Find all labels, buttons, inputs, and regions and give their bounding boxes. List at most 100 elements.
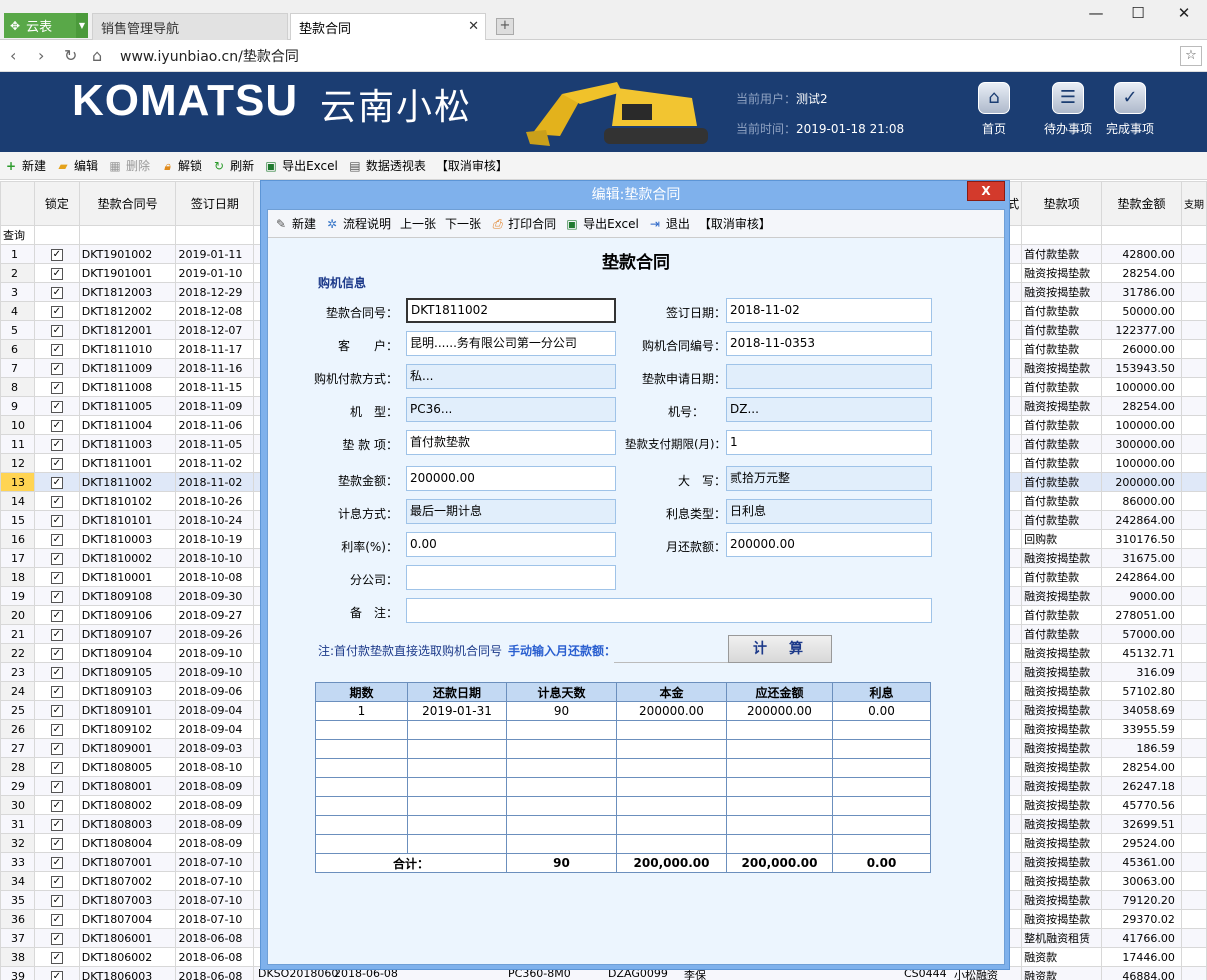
amount-field[interactable]: 200000.00	[406, 466, 616, 491]
delete-button[interactable]: ▦ 删除	[108, 157, 150, 174]
checkbox-icon[interactable]: ✓	[50, 420, 63, 432]
checkbox-icon[interactable]: ✓	[50, 268, 63, 280]
checkbox-icon[interactable]: ✓	[50, 724, 63, 736]
filter-cell[interactable]	[175, 225, 255, 245]
lock-checkbox[interactable]: ✓	[33, 339, 80, 359]
filter-cell[interactable]	[78, 225, 177, 245]
filter-cell[interactable]	[1021, 225, 1103, 245]
filter-cell[interactable]	[1101, 225, 1182, 245]
checkbox-icon[interactable]: ✓	[50, 496, 63, 508]
checkbox-icon[interactable]: ✓	[50, 914, 63, 926]
checkbox-icon[interactable]: ✓	[50, 439, 63, 451]
lock-checkbox[interactable]: ✓	[33, 377, 80, 397]
schedule-row[interactable]: 1 2019-01-31 90 200000.00 200000.00 0.00	[315, 701, 931, 721]
back-icon[interactable]: ‹	[10, 46, 16, 65]
close-tab-icon[interactable]: ✕	[468, 19, 479, 34]
schedule-empty-row[interactable]	[315, 720, 931, 740]
calculate-button[interactable]: 计 算	[728, 635, 832, 663]
checkbox-icon[interactable]: ✓	[50, 610, 63, 622]
reload-icon[interactable]: ↻	[64, 46, 77, 65]
lock-checkbox[interactable]: ✓	[33, 776, 80, 796]
checkbox-icon[interactable]: ✓	[50, 287, 63, 299]
contract-no-field[interactable]: DKT1811002	[406, 298, 616, 323]
checkbox-icon[interactable]: ✓	[50, 933, 63, 945]
todo-button[interactable]: ☰ 待办事项	[1036, 82, 1100, 137]
lock-checkbox[interactable]: ✓	[33, 472, 80, 492]
dlg-export-button[interactable]: ▣ 导出Excel	[565, 215, 638, 232]
lock-checkbox[interactable]: ✓	[33, 510, 80, 530]
checkbox-icon[interactable]: ✓	[50, 781, 63, 793]
cancel-audit-button[interactable]: 【取消审核】	[436, 157, 508, 174]
checkbox-icon[interactable]: ✓	[50, 762, 63, 774]
lock-checkbox[interactable]: ✓	[33, 643, 80, 663]
upper-field[interactable]: 贰拾万元整	[726, 466, 932, 491]
home-icon[interactable]: ⌂	[92, 46, 102, 65]
checkbox-icon[interactable]: ✓	[50, 857, 63, 869]
checkbox-icon[interactable]: ✓	[50, 819, 63, 831]
brand-menu-button[interactable]: ✥ 云表 ▼	[4, 13, 88, 38]
checkbox-icon[interactable]: ✓	[50, 572, 63, 584]
lock-checkbox[interactable]: ✓	[33, 282, 80, 302]
lock-checkbox[interactable]: ✓	[33, 795, 80, 815]
sign-date-column-header[interactable]: 签订日期	[175, 181, 255, 226]
lock-checkbox[interactable]: ✓	[33, 567, 80, 587]
lock-checkbox[interactable]: ✓	[33, 453, 80, 473]
checkbox-icon[interactable]: ✓	[50, 800, 63, 812]
model-field[interactable]: PC36...	[406, 397, 616, 422]
lock-checkbox[interactable]: ✓	[33, 871, 80, 891]
checkbox-icon[interactable]: ✓	[50, 705, 63, 717]
amount-column-header[interactable]: 垫款金额	[1101, 181, 1182, 226]
checkbox-icon[interactable]: ✓	[50, 876, 63, 888]
home-button[interactable]: ⌂ 首页	[962, 82, 1026, 137]
maximize-button[interactable]: ☐	[1128, 4, 1148, 22]
checkbox-icon[interactable]: ✓	[50, 534, 63, 546]
done-button[interactable]: ✓ 完成事项	[1098, 82, 1162, 137]
rate-field[interactable]: 0.00	[406, 532, 616, 557]
item-field[interactable]: 首付款垫款	[406, 430, 616, 455]
branch-field[interactable]	[406, 565, 616, 590]
pay-method-field[interactable]: 私...	[406, 364, 616, 389]
checkbox-icon[interactable]: ✓	[50, 743, 63, 755]
lock-checkbox[interactable]: ✓	[33, 909, 80, 929]
lock-checkbox[interactable]: ✓	[33, 624, 80, 644]
checkbox-icon[interactable]: ✓	[50, 591, 63, 603]
url-field[interactable]: www.iyunbiao.cn/垫款合同	[120, 46, 299, 66]
print-button[interactable]: ⎙ 打印合同	[490, 215, 556, 232]
lock-checkbox[interactable]: ✓	[33, 814, 80, 834]
lock-checkbox[interactable]: ✓	[33, 396, 80, 416]
checkbox-icon[interactable]: ✓	[50, 325, 63, 337]
manual-monthly-input[interactable]	[614, 662, 728, 663]
filter-cell[interactable]	[1180, 225, 1207, 245]
interest-type-field[interactable]: 日利息	[726, 499, 932, 524]
machine-no-field[interactable]: DZ...	[726, 397, 932, 422]
pivot-button[interactable]: ▤ 数据透视表	[348, 157, 426, 174]
schedule-empty-row[interactable]	[315, 739, 931, 759]
checkbox-icon[interactable]: ✓	[50, 667, 63, 679]
checkbox-icon[interactable]: ✓	[50, 971, 63, 980]
lock-checkbox[interactable]: ✓	[33, 586, 80, 606]
lock-checkbox[interactable]: ✓	[33, 244, 80, 264]
dialog-close-button[interactable]: X	[967, 181, 1005, 201]
unlock-button[interactable]: 🔒︎ 解锁	[160, 157, 202, 174]
lock-checkbox[interactable]: ✓	[33, 358, 80, 378]
buy-contract-field[interactable]: 2018-11-0353	[726, 331, 932, 356]
lock-checkbox[interactable]: ✓	[33, 434, 80, 454]
checkbox-icon[interactable]: ✓	[50, 686, 63, 698]
lock-checkbox[interactable]: ✓	[33, 928, 80, 948]
tab-advance-contract[interactable]: 垫款合同 ✕	[290, 13, 486, 40]
checkbox-icon[interactable]: ✓	[50, 401, 63, 413]
lock-checkbox[interactable]: ✓	[33, 529, 80, 549]
exit-button[interactable]: ⇥ 退出	[648, 215, 690, 232]
lock-checkbox[interactable]: ✓	[33, 947, 80, 967]
lock-checkbox[interactable]: ✓	[33, 890, 80, 910]
term-column-header[interactable]: 支期	[1180, 181, 1207, 226]
dlg-new-button[interactable]: ✎ 新建	[274, 215, 316, 232]
lock-checkbox[interactable]: ✓	[33, 605, 80, 625]
checkbox-icon[interactable]: ✓	[50, 629, 63, 641]
checkbox-icon[interactable]: ✓	[50, 306, 63, 318]
export-excel-button[interactable]: ▣ 导出Excel	[264, 157, 337, 174]
checkbox-icon[interactable]: ✓	[50, 553, 63, 565]
lock-checkbox[interactable]: ✓	[33, 966, 80, 980]
term-field[interactable]: 1	[726, 430, 932, 455]
checkbox-icon[interactable]: ✓	[50, 648, 63, 660]
